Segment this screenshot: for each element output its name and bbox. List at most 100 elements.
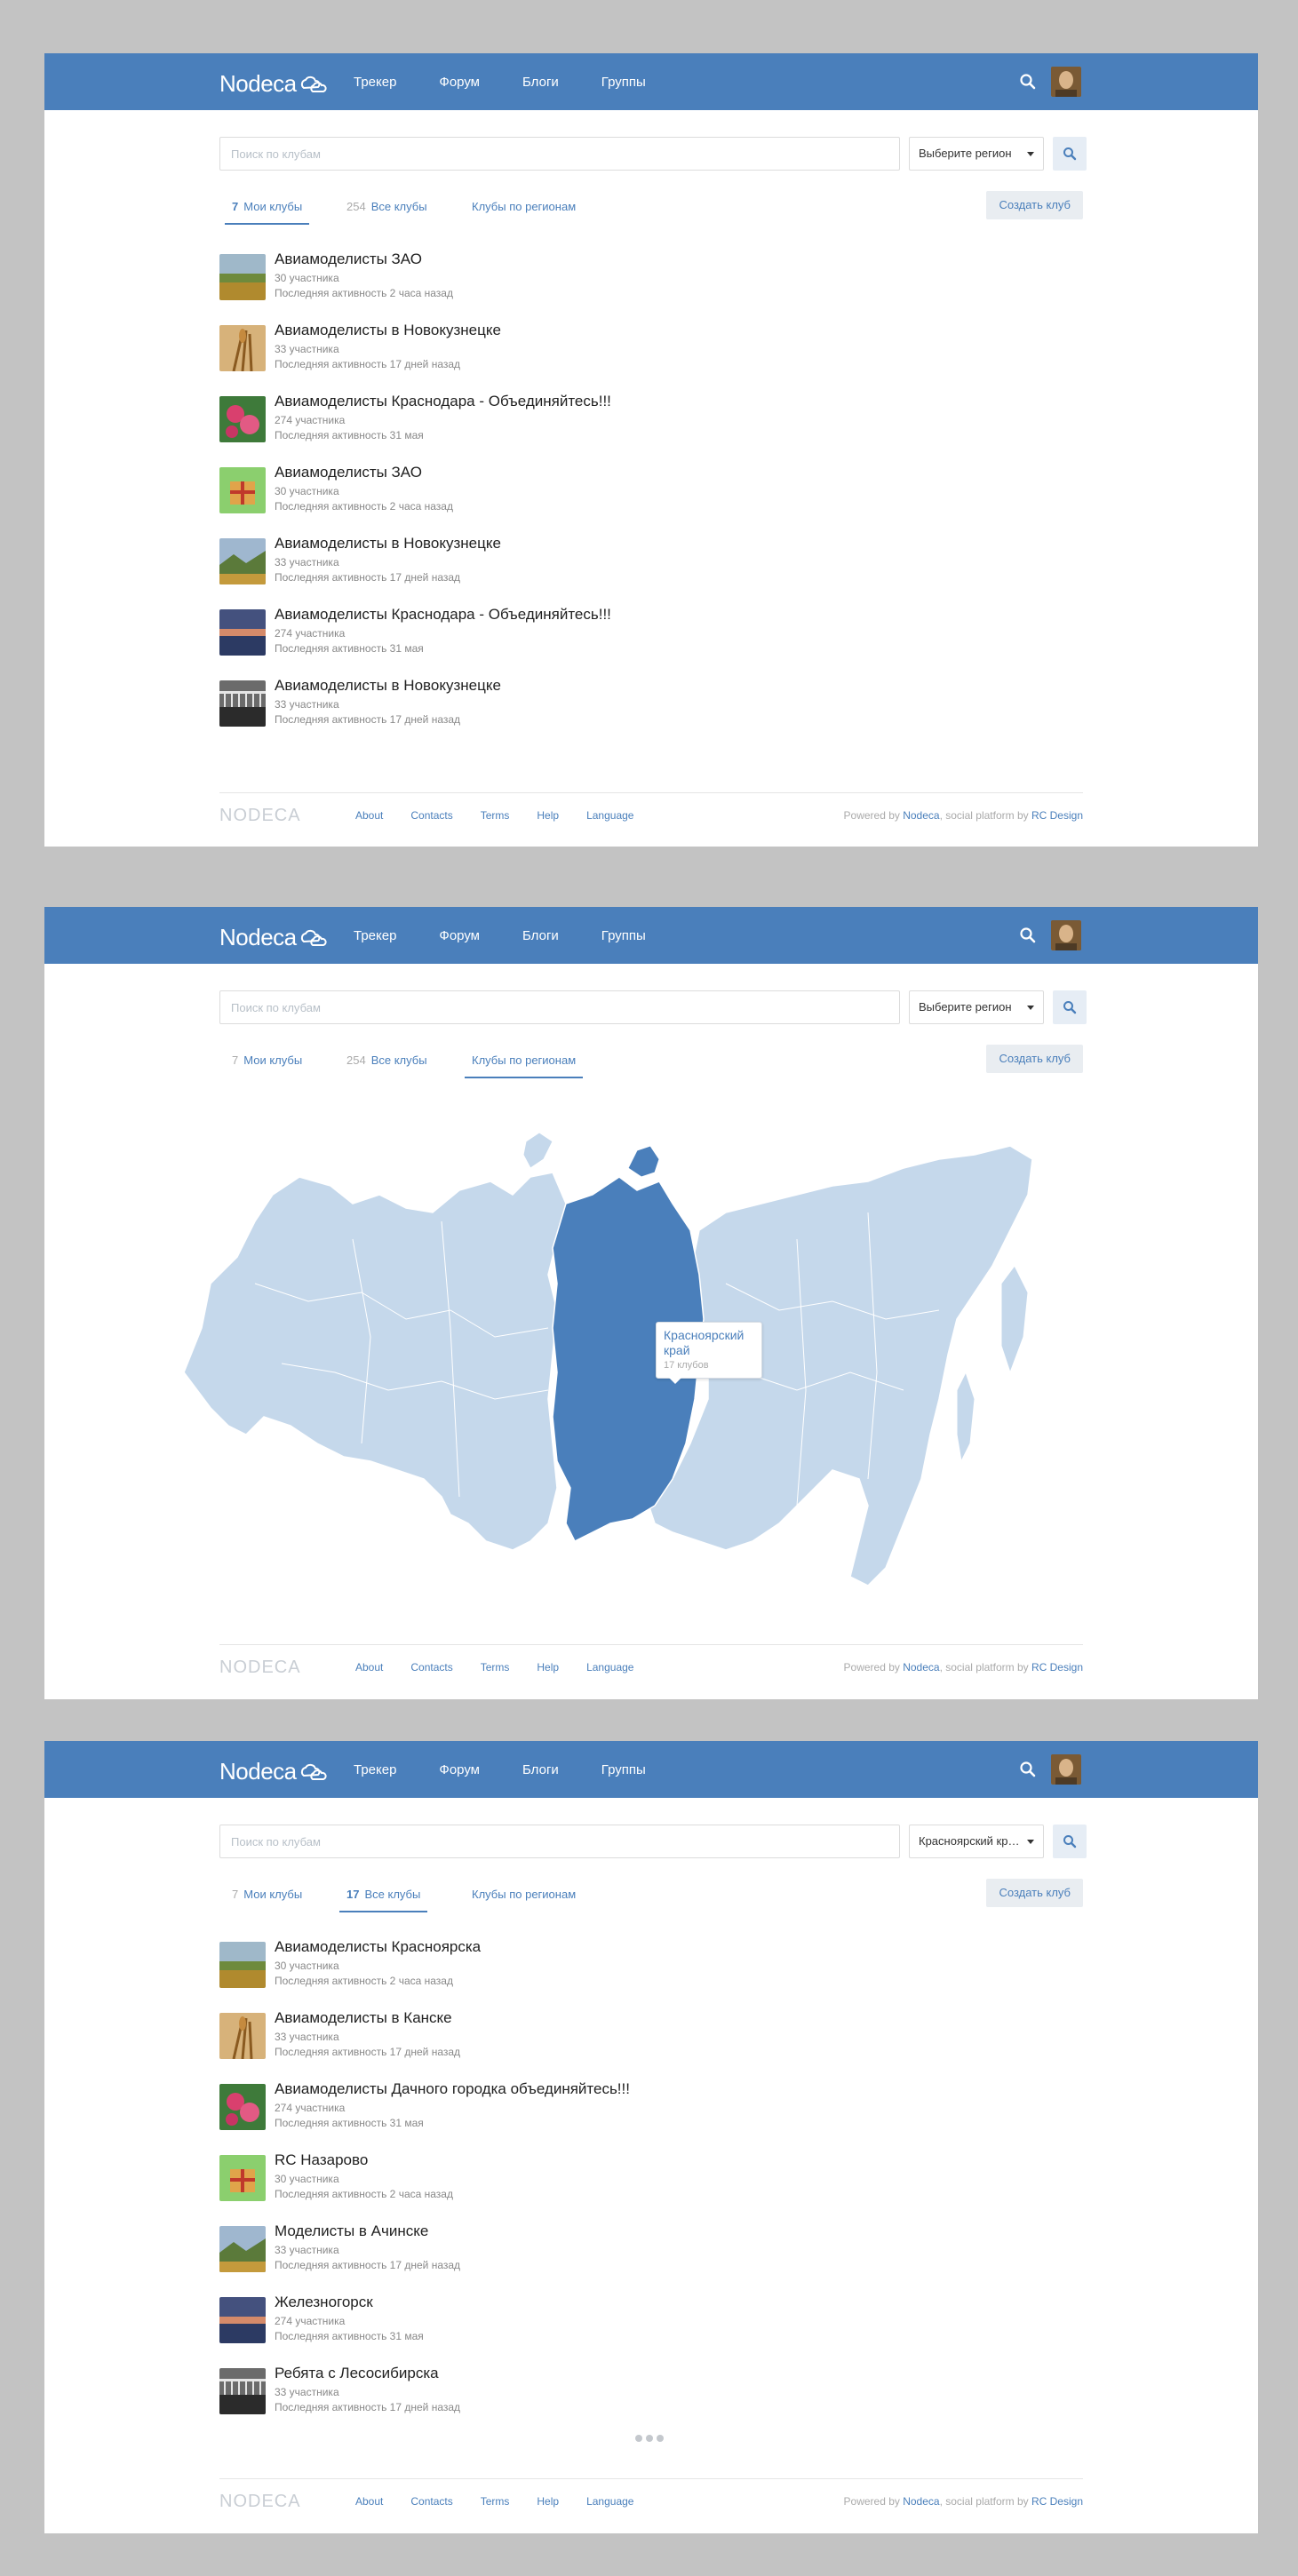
club-item[interactable]: Авиамоделисты в Новокузнецке 33 участника… [219, 322, 1083, 393]
map-region-sakhalin[interactable] [956, 1371, 975, 1463]
club-search-input[interactable] [219, 990, 900, 1024]
create-club-button[interactable]: Создать клуб [986, 1045, 1083, 1073]
footer-link-contacts[interactable]: Contacts [410, 2495, 452, 2508]
tab-all-clubs[interactable]: 254 Все клубы [339, 193, 434, 225]
search-icon[interactable] [1019, 926, 1037, 944]
club-name[interactable]: Моделисты в Ачинске [275, 2222, 428, 2240]
footer-link-contacts[interactable]: Contacts [410, 809, 452, 822]
logo[interactable]: Nodeca [219, 70, 327, 98]
nav-tracker[interactable]: Трекер [354, 928, 396, 943]
nav-groups[interactable]: Группы [601, 928, 646, 943]
nav-groups[interactable]: Группы [601, 75, 646, 90]
map-region-kamchatka[interactable] [1000, 1265, 1029, 1374]
tab-clubs-by-region[interactable]: Клубы по регионам [465, 1046, 584, 1078]
user-avatar[interactable] [1051, 920, 1081, 950]
nav-blogs[interactable]: Блоги [522, 928, 559, 943]
club-thumbnail[interactable] [219, 467, 266, 513]
nodeca-link[interactable]: Nodeca [903, 1661, 939, 1674]
search-button[interactable] [1053, 137, 1087, 171]
tab-all-clubs[interactable]: 254 Все клубы [339, 1046, 434, 1078]
club-item[interactable]: Авиамоделисты Краснодара - Объединяйтесь… [219, 606, 1083, 677]
club-item[interactable]: Авиамоделисты ЗАО 30 участника Последняя а… [219, 250, 1083, 322]
club-name[interactable]: Авиамоделисты в Новокузнецке [275, 677, 501, 695]
rc-design-link[interactable]: RC Design [1031, 2495, 1083, 2508]
club-item[interactable]: Авиамоделисты в Канске 33 участника Послед… [219, 2009, 1083, 2080]
nodeca-link[interactable]: Nodeca [903, 2495, 939, 2508]
club-name[interactable]: Авиамоделисты в Канске [275, 2009, 452, 2027]
club-name[interactable]: RC Назарово [275, 2151, 368, 2169]
footer-logo[interactable]: NODECA [219, 1658, 301, 1678]
club-thumbnail[interactable] [219, 680, 266, 727]
footer-logo[interactable]: NODECA [219, 2492, 301, 2512]
tab-my-clubs[interactable]: 7 Мои клубы [225, 1046, 309, 1078]
club-thumbnail[interactable] [219, 2155, 266, 2201]
footer-link-about[interactable]: About [355, 1661, 383, 1674]
club-item[interactable]: Авиамоделисты в Новокузнецке 33 участника… [219, 535, 1083, 606]
footer-link-contacts[interactable]: Contacts [410, 1661, 452, 1674]
club-item[interactable]: Авиамоделисты Краснодара - Объединяйтесь… [219, 393, 1083, 464]
club-thumbnail[interactable] [219, 538, 266, 584]
club-thumbnail[interactable] [219, 254, 266, 300]
nav-forum[interactable]: Форум [439, 928, 480, 943]
club-thumbnail[interactable] [219, 2013, 266, 2059]
club-item[interactable]: Ребята с Лесосибирска 33 участника Последн… [219, 2365, 1083, 2436]
logo[interactable]: Nodeca [219, 1758, 327, 1785]
search-icon[interactable] [1019, 1761, 1037, 1778]
club-name[interactable]: Авиамоделисты Дачного городка объединяйт… [275, 2080, 630, 2098]
club-item[interactable]: Авиамоделисты Дачного городка объединяйт… [219, 2080, 1083, 2151]
club-thumbnail[interactable] [219, 2368, 266, 2414]
club-name[interactable]: Авиамоделисты Краснодара - Объединяйтесь… [275, 393, 611, 410]
club-item[interactable]: Авиамоделисты в Новокузнецке 33 участника… [219, 677, 1083, 748]
tab-my-clubs[interactable]: 7 Мои клубы [225, 193, 310, 225]
club-thumbnail[interactable] [219, 2297, 266, 2343]
club-name[interactable]: Авиамоделисты в Новокузнецке [275, 322, 501, 339]
club-thumbnail[interactable] [219, 396, 266, 442]
club-name[interactable]: Авиамоделисты в Новокузнецке [275, 535, 501, 553]
nav-blogs[interactable]: Блоги [522, 1762, 559, 1777]
club-name[interactable]: Авиамоделисты Краснодара - Объединяйтесь… [275, 606, 611, 624]
map-region-novaya-zemlya[interactable] [522, 1132, 553, 1169]
club-search-input[interactable] [219, 1825, 900, 1858]
create-club-button[interactable]: Создать клуб [986, 191, 1083, 219]
footer-link-terms[interactable]: Terms [481, 809, 510, 822]
user-avatar[interactable] [1051, 67, 1081, 97]
region-select[interactable]: Выберите регион [909, 137, 1044, 171]
region-select[interactable]: Красноярский край [909, 1825, 1044, 1858]
club-item[interactable]: Моделисты в Ачинске 33 участника Последняя… [219, 2222, 1083, 2294]
footer-link-language[interactable]: Language [586, 2495, 633, 2508]
rc-design-link[interactable]: RC Design [1031, 1661, 1083, 1674]
tab-all-clubs[interactable]: 17 Все клубы [339, 1880, 428, 1912]
club-name[interactable]: Железногорск [275, 2294, 373, 2311]
search-icon[interactable] [1019, 73, 1037, 91]
footer-link-terms[interactable]: Terms [481, 2495, 510, 2508]
club-item[interactable]: Авиамоделисты Красноярска 30 участника Пос… [219, 1938, 1083, 2009]
club-name[interactable]: Авиамоделисты Красноярска [275, 1938, 481, 1956]
club-thumbnail[interactable] [219, 1942, 266, 1988]
nav-tracker[interactable]: Трекер [354, 75, 396, 90]
footer-link-help[interactable]: Help [537, 809, 559, 822]
club-name[interactable]: Авиамоделисты ЗАО [275, 250, 422, 268]
club-item[interactable]: Железногорск 274 участника Последняя актив… [219, 2294, 1083, 2365]
nav-tracker[interactable]: Трекер [354, 1762, 396, 1777]
footer-link-help[interactable]: Help [537, 1661, 559, 1674]
map-region-west[interactable] [183, 1172, 567, 1551]
club-name[interactable]: Авиамоделисты ЗАО [275, 464, 422, 481]
user-avatar[interactable] [1051, 1754, 1081, 1785]
footer-link-about[interactable]: About [355, 809, 383, 822]
club-item[interactable]: RC Назарово 30 участника Последняя активно… [219, 2151, 1083, 2222]
footer-link-terms[interactable]: Terms [481, 1661, 510, 1674]
club-search-input[interactable] [219, 137, 900, 171]
tab-my-clubs[interactable]: 7 Мои клубы [225, 1880, 309, 1912]
club-name[interactable]: Ребята с Лесосибирска [275, 2365, 439, 2382]
map-region-taimyr-islands[interactable] [627, 1145, 660, 1178]
search-button[interactable] [1053, 1825, 1087, 1858]
logo[interactable]: Nodeca [219, 924, 327, 951]
search-button[interactable] [1053, 990, 1087, 1024]
nav-blogs[interactable]: Блоги [522, 75, 559, 90]
footer-link-language[interactable]: Language [586, 1661, 633, 1674]
club-item[interactable]: Авиамоделисты ЗАО 30 участника Последняя а… [219, 464, 1083, 535]
region-select[interactable]: Выберите регион [909, 990, 1044, 1024]
tooltip-region-name[interactable]: Красноярский край [664, 1328, 754, 1358]
nodeca-link[interactable]: Nodeca [903, 809, 939, 822]
tab-clubs-by-region[interactable]: Клубы по регионам [465, 193, 583, 225]
